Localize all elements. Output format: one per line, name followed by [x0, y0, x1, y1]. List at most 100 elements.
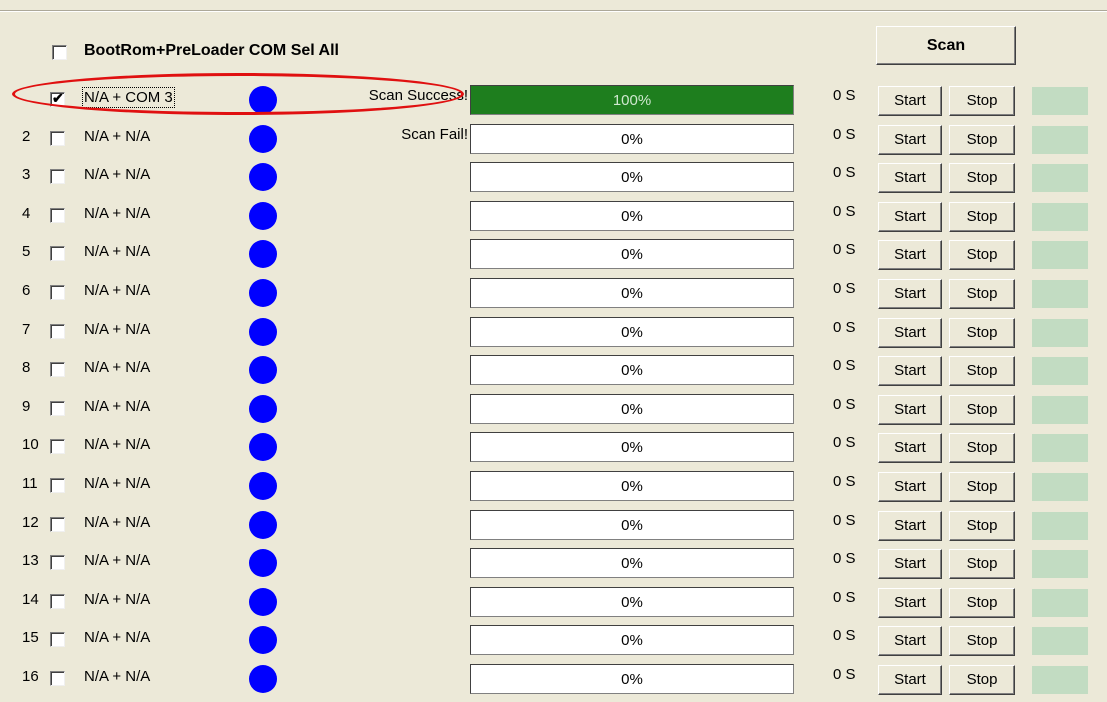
- start-button[interactable]: Start: [878, 202, 942, 232]
- port-row: 10 N/A + N/A 0% 0 S Start Stop: [0, 425, 1107, 463]
- port-checkbox[interactable]: [50, 439, 65, 454]
- start-button[interactable]: Start: [878, 163, 942, 193]
- stop-button[interactable]: Stop: [949, 279, 1015, 309]
- progress-percent: 0%: [621, 324, 643, 341]
- port-checkbox[interactable]: [50, 517, 65, 532]
- row-number: 7: [22, 321, 31, 338]
- stop-button[interactable]: Stop: [949, 86, 1015, 116]
- stop-button[interactable]: Stop: [949, 163, 1015, 193]
- elapsed-time: 0 S: [833, 357, 856, 374]
- port-row: 16 N/A + N/A 0% 0 S Start Stop: [0, 657, 1107, 695]
- port-checkbox[interactable]: [50, 285, 65, 300]
- progress-percent: 0%: [621, 671, 643, 688]
- elapsed-time: 0 S: [833, 434, 856, 451]
- status-indicator-dot: [249, 86, 277, 114]
- start-button[interactable]: Start: [878, 588, 942, 618]
- start-button[interactable]: Start: [878, 395, 942, 425]
- progress-percent: 0%: [621, 478, 643, 495]
- start-button[interactable]: Start: [878, 511, 942, 541]
- port-checkbox[interactable]: [50, 169, 65, 184]
- status-led: [1032, 357, 1088, 385]
- progress-bar: 0%: [470, 317, 794, 347]
- stop-button[interactable]: Stop: [949, 395, 1015, 425]
- port-checkbox[interactable]: [50, 555, 65, 570]
- port-label: N/A + N/A: [84, 668, 151, 685]
- progress-percent: 0%: [621, 401, 643, 418]
- top-divider: [0, 0, 1107, 12]
- start-button[interactable]: Start: [878, 125, 942, 155]
- port-checkbox[interactable]: [50, 324, 65, 339]
- stop-button[interactable]: Stop: [949, 318, 1015, 348]
- start-button[interactable]: Start: [878, 240, 942, 270]
- row-number: 2: [22, 128, 31, 145]
- port-checkbox[interactable]: [50, 594, 65, 609]
- port-checkbox[interactable]: [50, 671, 65, 686]
- elapsed-time: 0 S: [833, 87, 856, 104]
- stop-button[interactable]: Stop: [949, 511, 1015, 541]
- start-button[interactable]: Start: [878, 626, 942, 656]
- status-led: [1032, 666, 1088, 694]
- port-row: 5 N/A + N/A 0% 0 S Start Stop: [0, 232, 1107, 270]
- stop-button[interactable]: Stop: [949, 433, 1015, 463]
- stop-button[interactable]: Stop: [949, 549, 1015, 579]
- port-label: N/A + N/A: [84, 282, 151, 299]
- elapsed-time: 0 S: [833, 126, 856, 143]
- port-row: 3 N/A + N/A 0% 0 S Start Stop: [0, 155, 1107, 193]
- stop-button[interactable]: Stop: [949, 626, 1015, 656]
- progress-bar: 0%: [470, 124, 794, 154]
- stop-button[interactable]: Stop: [949, 665, 1015, 695]
- row-number: 10: [22, 436, 39, 453]
- port-label: N/A + N/A: [84, 205, 151, 222]
- stop-button[interactable]: Stop: [949, 202, 1015, 232]
- port-checkbox[interactable]: [50, 401, 65, 416]
- start-button[interactable]: Start: [878, 318, 942, 348]
- port-checkbox[interactable]: ✔: [50, 90, 65, 107]
- row-number: 12: [22, 514, 39, 531]
- row-number: 14: [22, 591, 39, 608]
- scan-button[interactable]: Scan: [876, 26, 1016, 65]
- progress-percent: 0%: [621, 246, 643, 263]
- port-checkbox[interactable]: [50, 208, 65, 223]
- port-row: 11 N/A + N/A 0% 0 S Start Stop: [0, 464, 1107, 502]
- port-label: N/A + N/A: [84, 591, 151, 608]
- port-checkbox[interactable]: [50, 362, 65, 377]
- start-button[interactable]: Start: [878, 549, 942, 579]
- start-button[interactable]: Start: [878, 356, 942, 386]
- progress-percent: 0%: [621, 632, 643, 649]
- start-button[interactable]: Start: [878, 433, 942, 463]
- port-checkbox[interactable]: [50, 632, 65, 647]
- port-checkbox[interactable]: [50, 131, 65, 146]
- status-led: [1032, 512, 1088, 540]
- port-checkbox[interactable]: [50, 478, 65, 493]
- start-button[interactable]: Start: [878, 665, 942, 695]
- status-indicator-dot: [249, 318, 277, 346]
- port-row: 15 N/A + N/A 0% 0 S Start Stop: [0, 618, 1107, 656]
- start-button[interactable]: Start: [878, 86, 942, 116]
- row-number: 3: [22, 166, 31, 183]
- progress-bar: 0%: [470, 625, 794, 655]
- port-label: N/A + N/A: [84, 321, 151, 338]
- elapsed-time: 0 S: [833, 164, 856, 181]
- port-row: 7 N/A + N/A 0% 0 S Start Stop: [0, 310, 1107, 348]
- start-button[interactable]: Start: [878, 472, 942, 502]
- select-all-label: BootRom+PreLoader COM Sel All: [84, 42, 339, 59]
- select-all-checkbox[interactable]: [52, 45, 67, 60]
- status-led: [1032, 627, 1088, 655]
- stop-button[interactable]: Stop: [949, 356, 1015, 386]
- stop-button[interactable]: Stop: [949, 240, 1015, 270]
- stop-button[interactable]: Stop: [949, 472, 1015, 502]
- status-indicator-dot: [249, 395, 277, 423]
- elapsed-time: 0 S: [833, 627, 856, 644]
- port-checkbox[interactable]: [50, 246, 65, 261]
- elapsed-time: 0 S: [833, 203, 856, 220]
- stop-button[interactable]: Stop: [949, 125, 1015, 155]
- stop-button[interactable]: Stop: [949, 588, 1015, 618]
- row-number: 6: [22, 282, 31, 299]
- progress-bar: 100%: [470, 85, 794, 115]
- port-label: N/A + N/A: [84, 243, 151, 260]
- port-label: N/A + N/A: [84, 398, 151, 415]
- status-led: [1032, 126, 1088, 154]
- start-button[interactable]: Start: [878, 279, 942, 309]
- elapsed-time: 0 S: [833, 280, 856, 297]
- progress-percent: 0%: [621, 208, 643, 225]
